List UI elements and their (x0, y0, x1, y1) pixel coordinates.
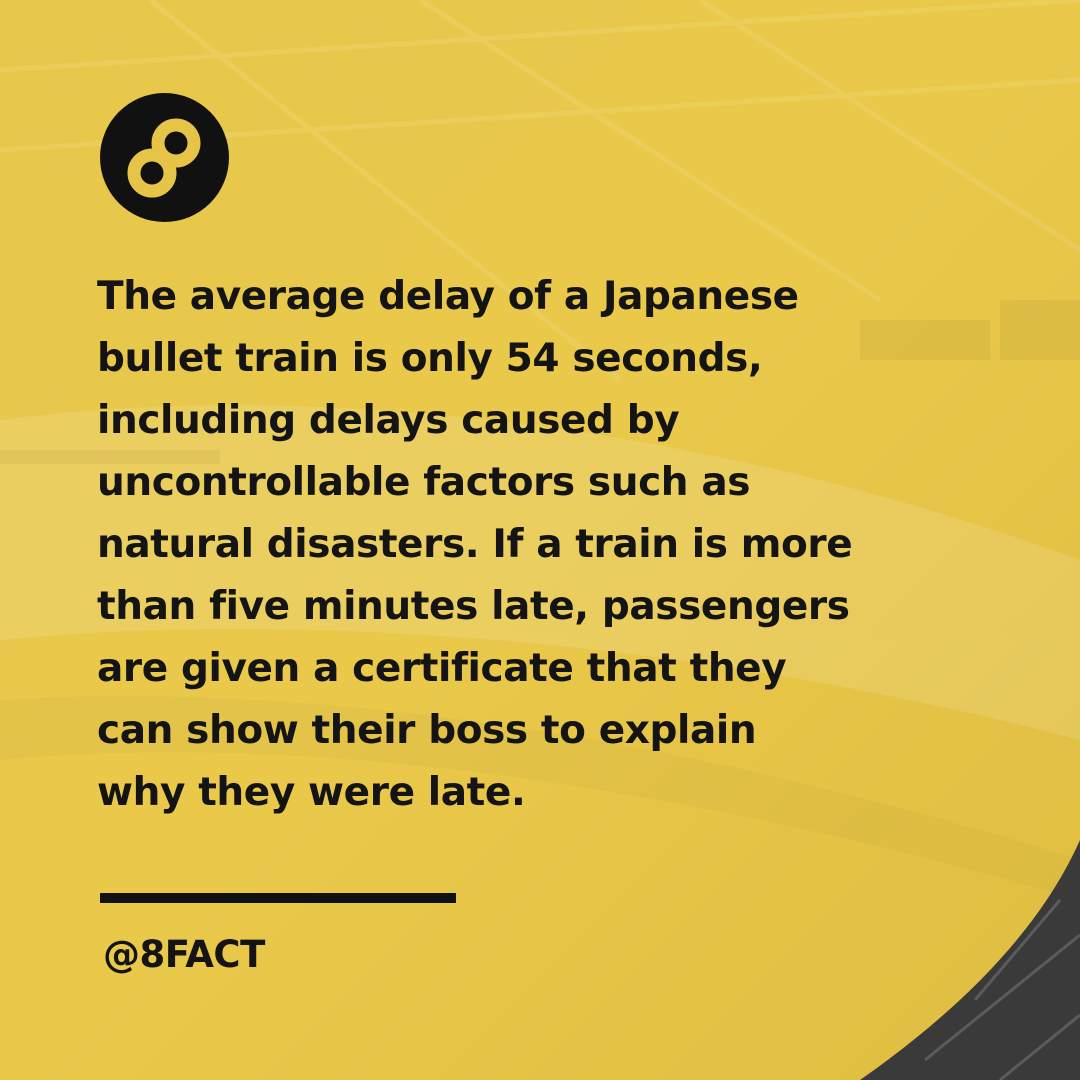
account-handle: @8FACT (103, 933, 265, 976)
infinity-eight-icon (127, 118, 201, 198)
divider-line (100, 893, 456, 903)
brand-logo (100, 93, 229, 222)
post-card: The average delay of a Japanese bullet t… (0, 0, 1080, 1080)
fact-text: The average delay of a Japanese bullet t… (97, 274, 853, 815)
